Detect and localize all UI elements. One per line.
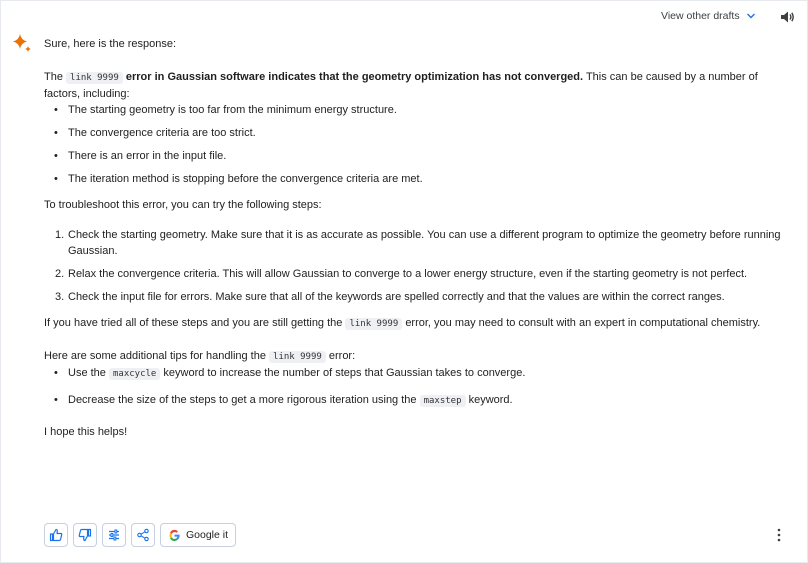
list-item: The convergence criteria are too strict. <box>44 125 784 141</box>
chevron-down-icon <box>746 13 755 19</box>
response-card: View other drafts Sure, here is the resp… <box>0 0 808 563</box>
steps-list: 1. Check the starting geometry. Make sure… <box>44 227 784 305</box>
more-vert-icon[interactable] <box>775 527 783 543</box>
modify-response-button[interactable] <box>102 523 126 547</box>
step-text: Check the starting geometry. Make sure t… <box>68 229 781 257</box>
list-item: There is an error in the input file. <box>44 148 784 164</box>
inline-code: link 9999 <box>269 351 326 363</box>
para3-after: error, you may need to consult with an e… <box>405 317 761 329</box>
intro-text: Sure, here is the response: <box>44 38 177 50</box>
list-item: 3. Check the input file for errors. Make … <box>44 289 784 305</box>
google-it-label: Google it <box>186 529 229 541</box>
tips-list: Use the maxcycle keyword to increase the… <box>44 365 784 409</box>
para4-after: error: <box>328 350 356 362</box>
troubleshoot-heading: To troubleshoot this error, you can try … <box>44 199 322 211</box>
sparkle-icon <box>13 34 31 52</box>
inline-code: maxstep <box>419 395 466 407</box>
list-item: 2. Relax the convergence criteria. This w… <box>44 266 784 282</box>
thumbs-up-button[interactable] <box>44 523 68 547</box>
tip-after: keyword to increase the number of steps … <box>163 367 526 379</box>
share-button[interactable] <box>131 523 155 547</box>
view-drafts-label: View other drafts <box>661 10 740 22</box>
inline-code: link 9999 <box>345 318 403 330</box>
inline-code: maxcycle <box>108 368 161 380</box>
volume-icon[interactable] <box>779 9 795 25</box>
tip-before: Use the <box>68 367 106 379</box>
list-item: Use the maxcycle keyword to increase the… <box>44 365 784 382</box>
google-g-icon <box>169 529 180 541</box>
list-item: The starting geometry is too far from th… <box>44 102 784 118</box>
step-number: 3. <box>55 291 65 303</box>
step-number: 2. <box>55 268 65 280</box>
step-text: Check the input file for errors. Make su… <box>68 291 725 303</box>
paragraph-tips-heading: Here are some additional tips for handli… <box>44 348 784 365</box>
action-bar: Google it <box>44 523 237 547</box>
tip-after: keyword. <box>468 394 513 406</box>
thumbs-up-icon <box>49 528 63 542</box>
list-item: Decrease the size of the steps to get a … <box>44 392 784 409</box>
response-body: Sure, here is the response: The link 999… <box>44 36 784 440</box>
tune-icon <box>109 529 119 541</box>
para1-the: The <box>44 71 63 83</box>
para1-bold: error in Gaussian software indicates tha… <box>125 71 584 83</box>
tip-before: Decrease the size of the steps to get a … <box>68 394 417 406</box>
closing-text: I hope this helps! <box>44 426 128 438</box>
para4-before: Here are some additional tips for handli… <box>44 350 266 362</box>
inline-code: link 9999 <box>66 72 123 84</box>
thumbs-down-icon <box>78 528 92 542</box>
list-item: The iteration method is stopping before … <box>44 171 784 187</box>
google-it-button[interactable]: Google it <box>160 523 237 547</box>
paragraph-error-explanation: The link 9999 error in Gaussian software… <box>44 69 784 102</box>
list-item: 1. Check the starting geometry. Make sure… <box>44 227 784 259</box>
paragraph-consult: If you have tried all of these steps and… <box>44 315 784 332</box>
view-drafts-button[interactable]: View other drafts <box>661 10 756 22</box>
step-number: 1. <box>55 229 65 241</box>
para3-before: If you have tried all of these steps and… <box>44 317 343 329</box>
share-icon <box>137 528 149 542</box>
thumbs-down-button[interactable] <box>73 523 97 547</box>
step-text: Relax the convergence criteria. This wil… <box>68 268 748 280</box>
causes-list: The starting geometry is too far from th… <box>44 102 784 187</box>
